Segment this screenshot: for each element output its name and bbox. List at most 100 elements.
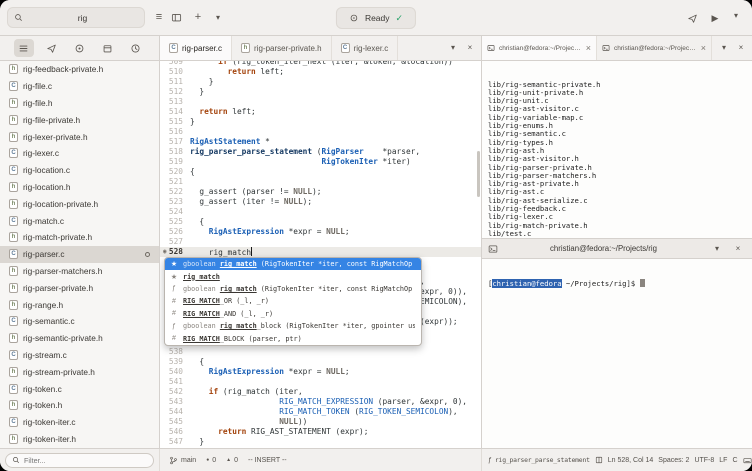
file-row-rig-semantic.c[interactable]: Crig-semantic.c bbox=[0, 313, 159, 330]
line-number[interactable]: 538 bbox=[160, 347, 190, 357]
line-number[interactable]: 516 bbox=[160, 127, 190, 137]
file-row-rig-token.h[interactable]: h rig-token.h bbox=[0, 397, 159, 414]
line-number[interactable]: 541 bbox=[160, 377, 190, 387]
line-number[interactable]: 543 bbox=[160, 397, 190, 407]
code-line[interactable]: 523 g_assert (iter != NULL); bbox=[160, 197, 481, 207]
code-line[interactable]: 547 } bbox=[160, 437, 481, 447]
completion-item[interactable]: ƒ gboolean rig_match (RigTokenIter *iter,… bbox=[165, 283, 421, 295]
line-number[interactable]: 513 bbox=[160, 97, 190, 107]
project-tree-icon[interactable] bbox=[13, 39, 34, 57]
terminal-tab-list-chevron-icon[interactable]: ▾ bbox=[716, 40, 732, 56]
debug-target-icon[interactable] bbox=[69, 39, 89, 57]
global-search-value[interactable] bbox=[27, 12, 138, 23]
terminal-tab-1[interactable]: christian@fedora:~/Projects/rig × bbox=[482, 36, 597, 60]
file-row-rig-location.c[interactable]: Crig-location.c bbox=[0, 162, 159, 179]
line-number[interactable]: 523 bbox=[160, 197, 190, 207]
line-number[interactable]: 527 bbox=[160, 237, 190, 247]
code-line[interactable]: 544 RIG_MATCH_TOKEN (RIG_TOKEN_SEMICOLON… bbox=[160, 407, 481, 417]
keyboard-icon[interactable] bbox=[743, 456, 752, 465]
code-line[interactable]: 513 bbox=[160, 97, 481, 107]
code-line[interactable]: 522 g_assert (parser != NULL); bbox=[160, 187, 481, 197]
code-line[interactable]: 539 { bbox=[160, 357, 481, 367]
file-row-rig-file.c[interactable]: Crig-file.c bbox=[0, 78, 159, 95]
line-number[interactable]: 539 bbox=[160, 357, 190, 367]
code-line[interactable]: 543 RIG_MATCH_EXPRESSION (parser, &expr,… bbox=[160, 397, 481, 407]
file-row-rig-token-iter.c[interactable]: Crig-token-iter.c bbox=[0, 414, 159, 431]
line-number[interactable]: 520 bbox=[160, 167, 190, 177]
close-icon[interactable]: × bbox=[586, 43, 591, 53]
global-search-input[interactable] bbox=[7, 7, 145, 28]
code-line[interactable]: 527 bbox=[160, 237, 481, 247]
line-number[interactable]: 522 bbox=[160, 187, 190, 197]
line-number[interactable]: 545 bbox=[160, 417, 190, 427]
file-row-rig-file-private.h[interactable]: h rig-file-private.h bbox=[0, 111, 159, 128]
file-row-rig-feedback-private.h[interactable]: h rig-feedback-private.h bbox=[0, 61, 159, 78]
line-number[interactable]: 517 bbox=[160, 137, 190, 147]
editor-scrollbar[interactable] bbox=[477, 151, 480, 197]
code-line[interactable]: 525 { bbox=[160, 217, 481, 227]
completion-item[interactable]: ★ gboolean rig_match (RigTokenIter *iter,… bbox=[165, 258, 421, 271]
code-line[interactable]: 517 RigAstStatement * bbox=[160, 137, 481, 147]
layout-grid-icon[interactable] bbox=[595, 456, 603, 464]
source-editor[interactable]: 509 if (rig_token_iter_next (iter, &toke… bbox=[160, 61, 482, 448]
file-row-rig-lexer.c[interactable]: Crig-lexer.c bbox=[0, 145, 159, 162]
file-row-rig-parser-private.h[interactable]: h rig-parser-private.h bbox=[0, 279, 159, 296]
line-number[interactable]: 511 bbox=[160, 77, 190, 87]
completion-item[interactable]: # RIG_MATCH_OR (_l, _r) bbox=[165, 295, 421, 307]
file-row-rig-stream-private.h[interactable]: h rig-stream-private.h bbox=[0, 363, 159, 380]
code-line[interactable]: 521 bbox=[160, 177, 481, 187]
line-number[interactable]: 514 bbox=[160, 107, 190, 117]
code-line[interactable]: 516 bbox=[160, 127, 481, 137]
encoding-setting[interactable]: UTF-8 bbox=[694, 457, 714, 464]
terminal-top[interactable]: lib/rig-semantic-private.h lib/rig-unit-p… bbox=[482, 61, 752, 238]
line-number[interactable]: 546 bbox=[160, 427, 190, 437]
line-number[interactable]: ◉ 528 bbox=[160, 247, 190, 257]
run-button[interactable]: ▶ bbox=[705, 8, 725, 28]
file-row-rig-file.h[interactable]: h rig-file.h bbox=[0, 95, 159, 112]
code-line[interactable]: 519 RigTokenIter *iter) bbox=[160, 157, 481, 167]
indentation-setting[interactable]: Spaces: 2 bbox=[658, 457, 689, 464]
run-options-chevron-icon[interactable]: ▾ bbox=[728, 8, 744, 24]
file-row-rig-stream.c[interactable]: Crig-stream.c bbox=[0, 347, 159, 364]
editor-close-icon[interactable]: × bbox=[462, 40, 478, 56]
tab-list-chevron-icon[interactable]: ▾ bbox=[210, 10, 226, 26]
code-line[interactable]: 515} bbox=[160, 117, 481, 127]
code-line[interactable]: 546 return RIG_AST_STATEMENT (expr); bbox=[160, 427, 481, 437]
file-row-rig-parser-matchers.h[interactable]: h rig-parser-matchers.h bbox=[0, 263, 159, 280]
error-count[interactable]: ● 0 bbox=[206, 457, 216, 464]
completion-item[interactable]: # RIG_MATCH_AND (_l, _r) bbox=[165, 308, 421, 320]
cursor-position[interactable]: Ln 528, Col 14 bbox=[608, 457, 654, 464]
editor-tab-rig-parser.c[interactable]: Crig-parser.c bbox=[160, 36, 233, 60]
line-number[interactable]: 521 bbox=[160, 177, 190, 187]
file-row-rig-token.c[interactable]: Crig-token.c bbox=[0, 380, 159, 397]
terminal-bottom-chevron-icon[interactable]: ▾ bbox=[709, 241, 725, 257]
line-number[interactable]: 547 bbox=[160, 437, 190, 447]
line-number[interactable]: 512 bbox=[160, 87, 190, 97]
file-filter-field[interactable] bbox=[24, 455, 147, 465]
terminal-bottom[interactable]: [christian@fedora ~/Projects/rig]$ bbox=[482, 259, 752, 448]
code-line[interactable]: 526 RigAstExpression *expr = NULL; bbox=[160, 227, 481, 237]
code-line[interactable]: 514 return left; bbox=[160, 107, 481, 117]
code-line[interactable]: 541 bbox=[160, 377, 481, 387]
line-number[interactable]: 526 bbox=[160, 227, 190, 237]
editor-tab-rig-lexer.c[interactable]: Crig-lexer.c bbox=[332, 36, 399, 60]
language-setting[interactable]: C bbox=[732, 457, 737, 464]
code-line[interactable]: 512 } bbox=[160, 87, 481, 97]
git-branch-indicator[interactable]: main bbox=[169, 456, 196, 465]
terminal-tab-2[interactable]: christian@fedora:~/Projects/rig × bbox=[597, 36, 712, 60]
line-number[interactable]: 544 bbox=[160, 407, 190, 417]
new-tab-button[interactable]: + bbox=[188, 8, 208, 28]
line-number[interactable]: 510 bbox=[160, 67, 190, 77]
line-number[interactable]: 515 bbox=[160, 117, 190, 127]
completion-item[interactable]: # RIG_MATCH_BLOCK (parser, ptr) bbox=[165, 332, 421, 344]
current-symbol[interactable]: ƒ rig_parser_parse_statement bbox=[488, 456, 590, 464]
close-icon[interactable]: × bbox=[701, 43, 706, 53]
warning-count[interactable]: ▲ 0 bbox=[226, 457, 238, 464]
code-line[interactable]: 524 bbox=[160, 207, 481, 217]
line-number[interactable]: 524 bbox=[160, 207, 190, 217]
code-line[interactable]: 540 RigAstExpression *expr = NULL; bbox=[160, 367, 481, 377]
line-number[interactable]: 542 bbox=[160, 387, 190, 397]
file-row-rig-location.h[interactable]: h rig-location.h bbox=[0, 179, 159, 196]
file-filter-input[interactable] bbox=[5, 452, 154, 468]
line-number[interactable]: 519 bbox=[160, 157, 190, 167]
